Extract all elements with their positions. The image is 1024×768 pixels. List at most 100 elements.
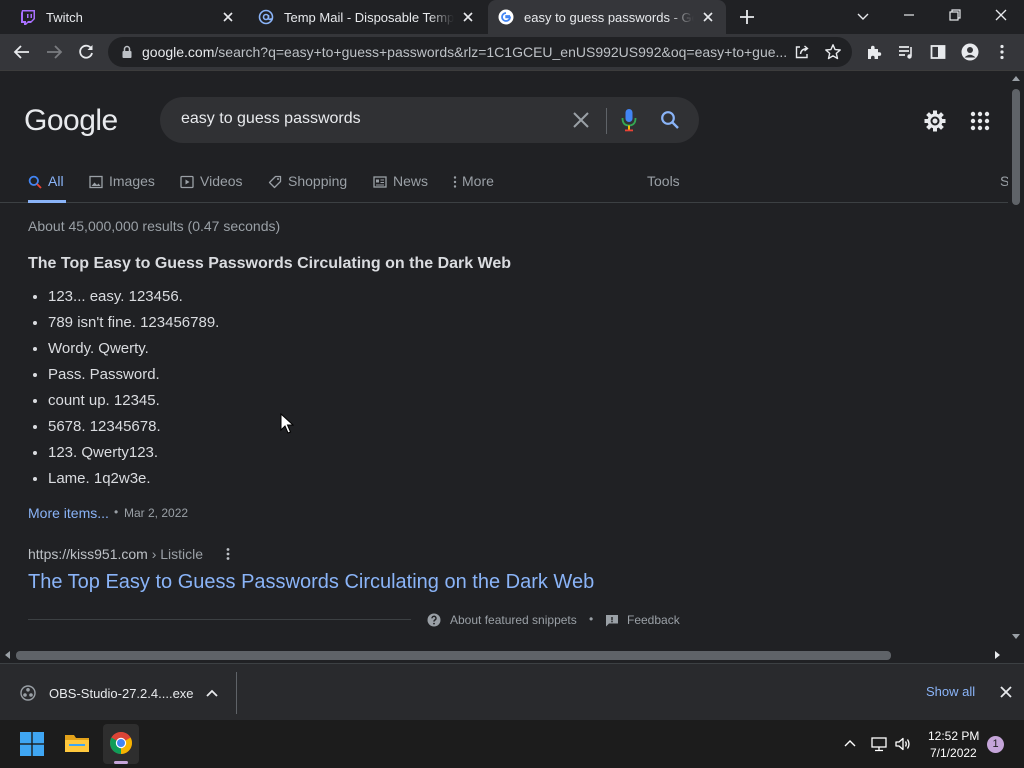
volume-icon[interactable]	[894, 736, 912, 752]
divider	[28, 619, 411, 620]
url-path: /search?q=easy+to+guess+passwords&rlz=1C…	[214, 44, 788, 60]
extensions-puzzle-icon[interactable]	[865, 43, 883, 61]
list-item: 123... easy. 123456.	[48, 287, 219, 313]
minimize-icon[interactable]	[900, 6, 918, 24]
chevron-up-icon[interactable]	[844, 738, 856, 748]
url-text: google.com/search?q=easy+to+guess+passwo…	[142, 44, 788, 60]
reload-icon[interactable]	[77, 43, 95, 61]
back-icon[interactable]	[13, 43, 31, 61]
side-panel-icon[interactable]	[929, 43, 947, 61]
list-item: Lame. 1q2w3e.	[48, 469, 219, 495]
search-box[interactable]: easy to guess passwords	[160, 97, 699, 143]
result-stats: About 45,000,000 results (0.47 seconds)	[28, 218, 281, 234]
scrollbar-thumb[interactable]	[16, 651, 891, 660]
obs-file-icon	[20, 685, 36, 701]
close-icon[interactable]	[460, 9, 476, 25]
scroll-up-arrow-icon[interactable]	[1012, 75, 1020, 81]
scroll-left-arrow-icon[interactable]	[4, 651, 10, 659]
search-divider	[606, 108, 607, 134]
new-tab-icon[interactable]	[738, 8, 756, 26]
chevron-down-icon[interactable]	[855, 8, 871, 24]
about-featured-snippets-link[interactable]: About featured snippets	[450, 613, 577, 627]
tab-news[interactable]: News	[373, 173, 428, 203]
restore-icon[interactable]	[946, 6, 964, 24]
windows-start-icon[interactable]	[20, 732, 44, 756]
clear-icon[interactable]	[571, 110, 591, 130]
result-source-url[interactable]: https://kiss951.com › Listicle	[28, 546, 203, 562]
scrollbar-thumb[interactable]	[1012, 89, 1020, 205]
active-app-indicator	[114, 761, 128, 764]
more-items-link[interactable]: More items...	[28, 505, 109, 521]
tab-videos[interactable]: Videos	[180, 173, 243, 203]
video-play-icon	[180, 175, 194, 189]
tag-icon	[268, 175, 282, 189]
share-icon[interactable]	[794, 44, 810, 60]
clock-date[interactable]: 7/1/2022	[930, 746, 977, 760]
apps-grid-icon[interactable]	[970, 111, 990, 131]
tab-shopping[interactable]: Shopping	[268, 173, 347, 203]
source-url: https://kiss951.com	[28, 546, 148, 562]
search-input[interactable]: easy to guess passwords	[181, 110, 361, 128]
feedback-link[interactable]: Feedback	[627, 613, 680, 627]
at-icon	[258, 9, 274, 25]
tab-strip: Twitch Temp Mail - Disposable Temporary …	[0, 0, 1024, 34]
windows-taskbar: 12:52 PM 7/1/2022 1	[0, 720, 1024, 768]
google-g-icon	[498, 9, 514, 25]
twitch-icon	[21, 10, 35, 25]
tab-images[interactable]: Images	[89, 173, 155, 203]
mouse-cursor-icon	[280, 413, 294, 434]
close-icon[interactable]	[999, 685, 1013, 699]
tab-label: Videos	[200, 173, 243, 189]
window-close-icon[interactable]	[992, 6, 1010, 24]
list-item: 789 isn't fine. 123456789.	[48, 313, 219, 339]
google-logo[interactable]: Google	[24, 104, 118, 138]
microphone-icon[interactable]	[621, 108, 637, 132]
address-bar[interactable]: google.com/search?q=easy+to+guess+passwo…	[108, 37, 852, 67]
show-all-downloads-button[interactable]: Show all	[926, 684, 975, 699]
tab-all[interactable]: All	[28, 173, 66, 203]
gear-icon[interactable]	[923, 109, 947, 133]
tab-title: easy to guess passwords - Google Search	[524, 9, 694, 25]
list-item: 123. Qwerty123.	[48, 443, 219, 469]
tab-label: Images	[109, 173, 155, 189]
tab-temp-mail[interactable]: Temp Mail - Disposable Temporary Email	[248, 0, 486, 34]
help-circle-icon[interactable]	[427, 613, 441, 627]
tab-google-search[interactable]: easy to guess passwords - Google Search	[488, 0, 726, 34]
media-queue-icon[interactable]	[897, 43, 915, 61]
image-icon	[89, 175, 103, 189]
forward-icon[interactable]	[45, 43, 63, 61]
tab-label: More	[462, 173, 494, 189]
chrome-taskbar-button[interactable]	[103, 724, 139, 764]
tab-label: News	[393, 173, 429, 189]
chevron-up-icon[interactable]	[206, 688, 218, 698]
tools-button[interactable]: Tools	[647, 173, 680, 203]
notification-badge[interactable]: 1	[987, 736, 1004, 753]
tab-title: Twitch	[46, 9, 83, 25]
snippet-date: Mar 2, 2022	[124, 506, 189, 520]
tab-label: Shopping	[288, 173, 348, 189]
search-results-page: Google easy to guess passwords All Image…	[0, 71, 1008, 647]
featured-snippet-title: The Top Easy to Guess Passwords Circulat…	[28, 255, 512, 272]
kebab-menu-icon[interactable]	[993, 43, 1011, 61]
result-title-link[interactable]: The Top Easy to Guess Passwords Circulat…	[28, 571, 594, 594]
vertical-scrollbar[interactable]	[1008, 71, 1024, 647]
clock-time[interactable]: 12:52 PM	[928, 729, 979, 743]
cut-off-tab[interactable]: S	[1000, 173, 1008, 203]
feedback-icon[interactable]	[605, 614, 619, 627]
network-icon[interactable]	[870, 736, 888, 752]
close-icon[interactable]	[700, 9, 716, 25]
profile-avatar-icon[interactable]	[961, 43, 979, 61]
tab-more[interactable]: More	[452, 173, 494, 203]
file-explorer-folder-icon[interactable]	[64, 731, 90, 755]
bookmark-star-icon[interactable]	[824, 43, 842, 61]
tab-twitch[interactable]: Twitch	[10, 0, 246, 34]
horizontal-scrollbar[interactable]	[0, 647, 1008, 663]
search-icon[interactable]	[660, 110, 680, 130]
list-item: count up. 12345.	[48, 391, 219, 417]
scroll-right-arrow-icon[interactable]	[995, 651, 1001, 659]
download-item[interactable]: OBS-Studio-27.2.4....exe	[0, 672, 237, 714]
scroll-down-arrow-icon[interactable]	[1012, 634, 1020, 640]
more-options-icon[interactable]	[224, 547, 232, 561]
lock-icon[interactable]	[120, 45, 134, 59]
close-icon[interactable]	[220, 9, 236, 25]
